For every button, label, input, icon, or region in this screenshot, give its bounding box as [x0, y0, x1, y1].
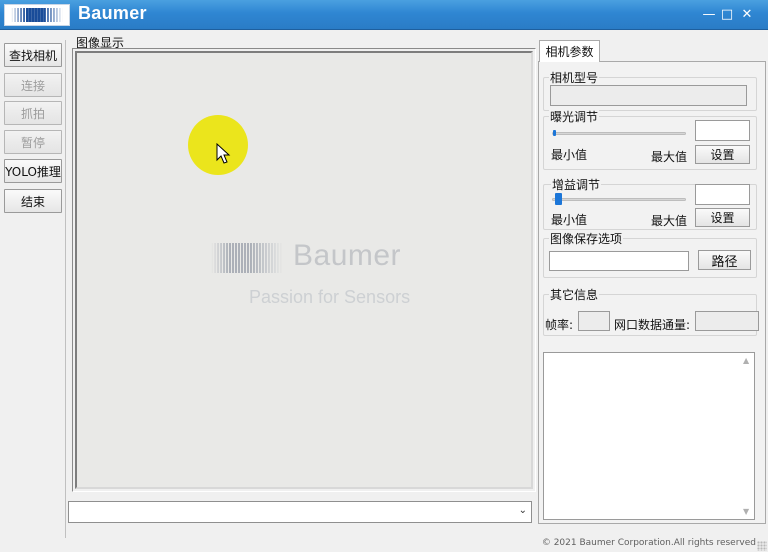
gain-label: 增益调节: [551, 176, 602, 193]
close-icon[interactable]: ✕: [738, 6, 756, 24]
title-bar: Baumer — □ ✕: [0, 0, 768, 30]
log-scrollbar[interactable]: ▲ ▼: [740, 353, 754, 519]
throughput-field: [695, 311, 759, 331]
scroll-up-icon[interactable]: ▲: [743, 356, 749, 365]
camera-model-label: 相机型号: [549, 69, 600, 86]
find-camera-button[interactable]: 查找相机: [4, 43, 62, 67]
other-info-label: 其它信息: [549, 286, 600, 303]
snapshot-button[interactable]: 抓拍: [4, 101, 62, 125]
gain-slider-thumb[interactable]: [555, 193, 562, 205]
gain-slider-track[interactable]: [552, 198, 686, 201]
resize-grip-icon[interactable]: [757, 541, 767, 551]
log-textbox[interactable]: ▲ ▼: [543, 352, 755, 520]
exposure-value-input[interactable]: [695, 120, 750, 141]
fps-field: [578, 311, 610, 331]
pause-button[interactable]: 暂停: [4, 130, 62, 154]
exposure-slider-track[interactable]: [552, 132, 686, 135]
exposure-label: 曝光调节: [549, 108, 600, 125]
exposure-slider-thumb[interactable]: [553, 130, 556, 136]
fps-label: 帧率:: [545, 318, 574, 332]
camera-model-field: [550, 85, 747, 106]
minimize-icon[interactable]: —: [700, 6, 718, 24]
baumer-logo: [4, 4, 70, 26]
connect-button[interactable]: 连接: [4, 73, 62, 97]
tab-camera-params[interactable]: 相机参数: [539, 40, 600, 62]
image-save-label: 图像保存选项: [549, 230, 624, 247]
exposure-min-label: 最小值: [551, 148, 588, 162]
bottom-combo-box[interactable]: ⌄: [68, 501, 532, 523]
window-title: Baumer: [78, 3, 147, 23]
scroll-down-icon[interactable]: ▼: [743, 507, 749, 516]
copyright-text: © 2021 Baumer Corporation.All rights res…: [541, 538, 756, 548]
throughput-label: 网口数据通量:: [614, 318, 691, 332]
mouse-pointer-icon: [216, 143, 231, 164]
gain-min-label: 最小值: [551, 213, 588, 227]
image-display-area[interactable]: Baumer Passion for Sensors: [75, 51, 533, 489]
save-path-input[interactable]: [549, 251, 689, 271]
gain-set-button[interactable]: 设置: [695, 208, 750, 227]
status-bar: © 2021 Baumer Corporation.All rights res…: [0, 536, 768, 552]
gain-value-input[interactable]: [695, 184, 750, 205]
path-button[interactable]: 路径: [698, 250, 751, 270]
chevron-down-icon[interactable]: ⌄: [519, 505, 527, 516]
yolo-inference-button[interactable]: YOLO推理: [4, 159, 62, 183]
exposure-set-button[interactable]: 设置: [695, 145, 750, 164]
exposure-max-label: 最大值: [651, 150, 688, 164]
watermark-tagline: Passion for Sensors: [249, 287, 411, 307]
watermark-name: Baumer: [293, 239, 402, 272]
end-button[interactable]: 结束: [4, 189, 62, 213]
baumer-watermark-logo: [211, 243, 283, 273]
gain-max-label: 最大值: [651, 214, 688, 228]
maximize-icon[interactable]: □: [718, 6, 736, 24]
